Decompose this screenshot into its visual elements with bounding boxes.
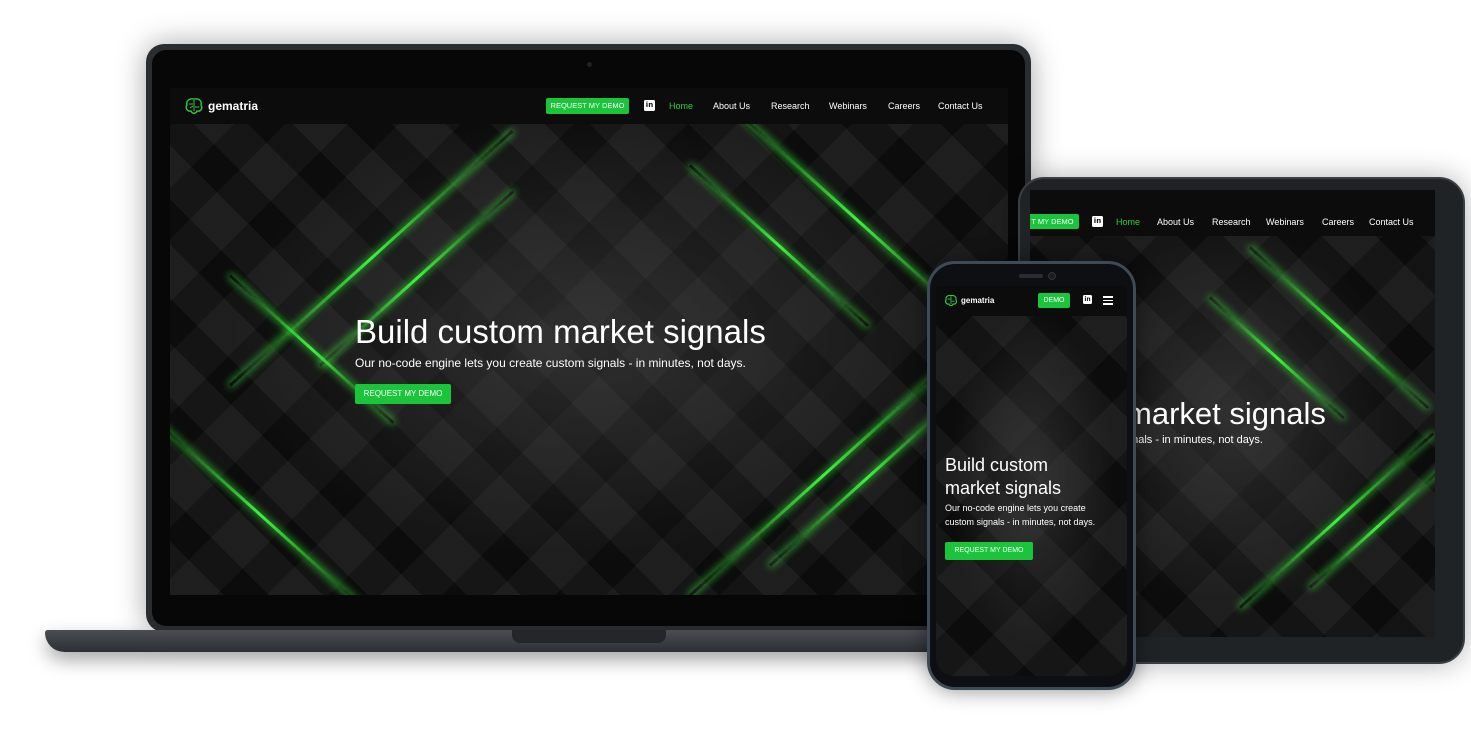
nav-webinars[interactable]: Webinars — [829, 101, 867, 111]
phone-hero-title-line1: Build custom — [945, 455, 1049, 475]
phone-screen: gematria DEMO in Build custom market sig… — [936, 286, 1127, 676]
tablet-hero-title: market signals — [1126, 396, 1326, 431]
linkedin-icon[interactable]: in — [644, 100, 655, 111]
hero-light-beam — [688, 353, 959, 595]
hero-light-beam — [688, 164, 870, 328]
phone-navbar: gematria DEMO in — [936, 286, 1127, 316]
tablet-nav-research[interactable]: Research — [1212, 217, 1251, 227]
tablet-nav-webinars[interactable]: Webinars — [1266, 217, 1304, 227]
hero-title: Build custom market signals — [355, 313, 766, 350]
laptop-notch — [512, 630, 666, 643]
hamburger-icon[interactable] — [1103, 296, 1113, 305]
tablet-hero-subtitle: gnals - in minutes, not days. — [1126, 434, 1263, 446]
tablet-nav-careers[interactable]: Careers — [1322, 217, 1354, 227]
phone-hero-subtitle-line2: custom signals - in minutes, not days. — [945, 517, 1096, 527]
phone-hero-request-demo-button[interactable]: REQUEST MY DEMO — [945, 542, 1033, 560]
laptop-camera — [587, 62, 592, 67]
linkedin-icon[interactable]: in — [1092, 216, 1103, 227]
tablet-request-demo-button[interactable]: T MY DEMO — [1030, 214, 1079, 229]
nav-research[interactable]: Research — [771, 101, 810, 111]
brain-logo-icon[interactable] — [184, 97, 204, 115]
laptop-navbar: gematria REQUEST MY DEMO in Home About U… — [170, 88, 1008, 124]
nav-about-us[interactable]: About Us — [713, 101, 750, 111]
nav-request-demo-button[interactable]: REQUEST MY DEMO — [546, 98, 629, 114]
phone-demo-button[interactable]: DEMO — [1038, 293, 1070, 308]
tablet-nav-home[interactable]: Home — [1116, 217, 1140, 227]
tablet-navbar: T MY DEMO in Home About Us Research Webi… — [1030, 190, 1435, 236]
laptop-hero: Build custom market signals Our no-code … — [170, 124, 1008, 595]
laptop-screen: gematria REQUEST MY DEMO in Home About U… — [170, 88, 1008, 595]
hero-light-beam — [1238, 432, 1435, 609]
nav-home[interactable]: Home — [669, 101, 693, 111]
hero-request-demo-button[interactable]: REQUEST MY DEMO — [355, 384, 451, 404]
tablet-nav-about-us[interactable]: About Us — [1157, 217, 1194, 227]
brain-logo-icon[interactable] — [944, 294, 958, 307]
phone-hero-subtitle-line1: Our no-code engine lets you create — [945, 503, 1086, 513]
tablet-nav-contact-us[interactable]: Contact Us — [1369, 217, 1414, 227]
phone-speaker — [1019, 274, 1043, 278]
phone-brand-name[interactable]: gematria — [961, 296, 994, 305]
hero-light-beam — [170, 414, 374, 595]
hero-subtitle: Our no-code engine lets you create custo… — [355, 356, 746, 370]
phone-camera — [1048, 272, 1056, 280]
nav-careers[interactable]: Careers — [888, 101, 920, 111]
hero-light-beam — [1248, 246, 1430, 410]
linkedin-icon[interactable]: in — [1083, 295, 1092, 304]
phone-hero-title-line2: market signals — [945, 478, 1062, 498]
phone-hero: Build custom market signals Our no-code … — [936, 316, 1127, 676]
brand-name[interactable]: gematria — [208, 99, 258, 113]
nav-contact-us[interactable]: Contact Us — [938, 101, 983, 111]
